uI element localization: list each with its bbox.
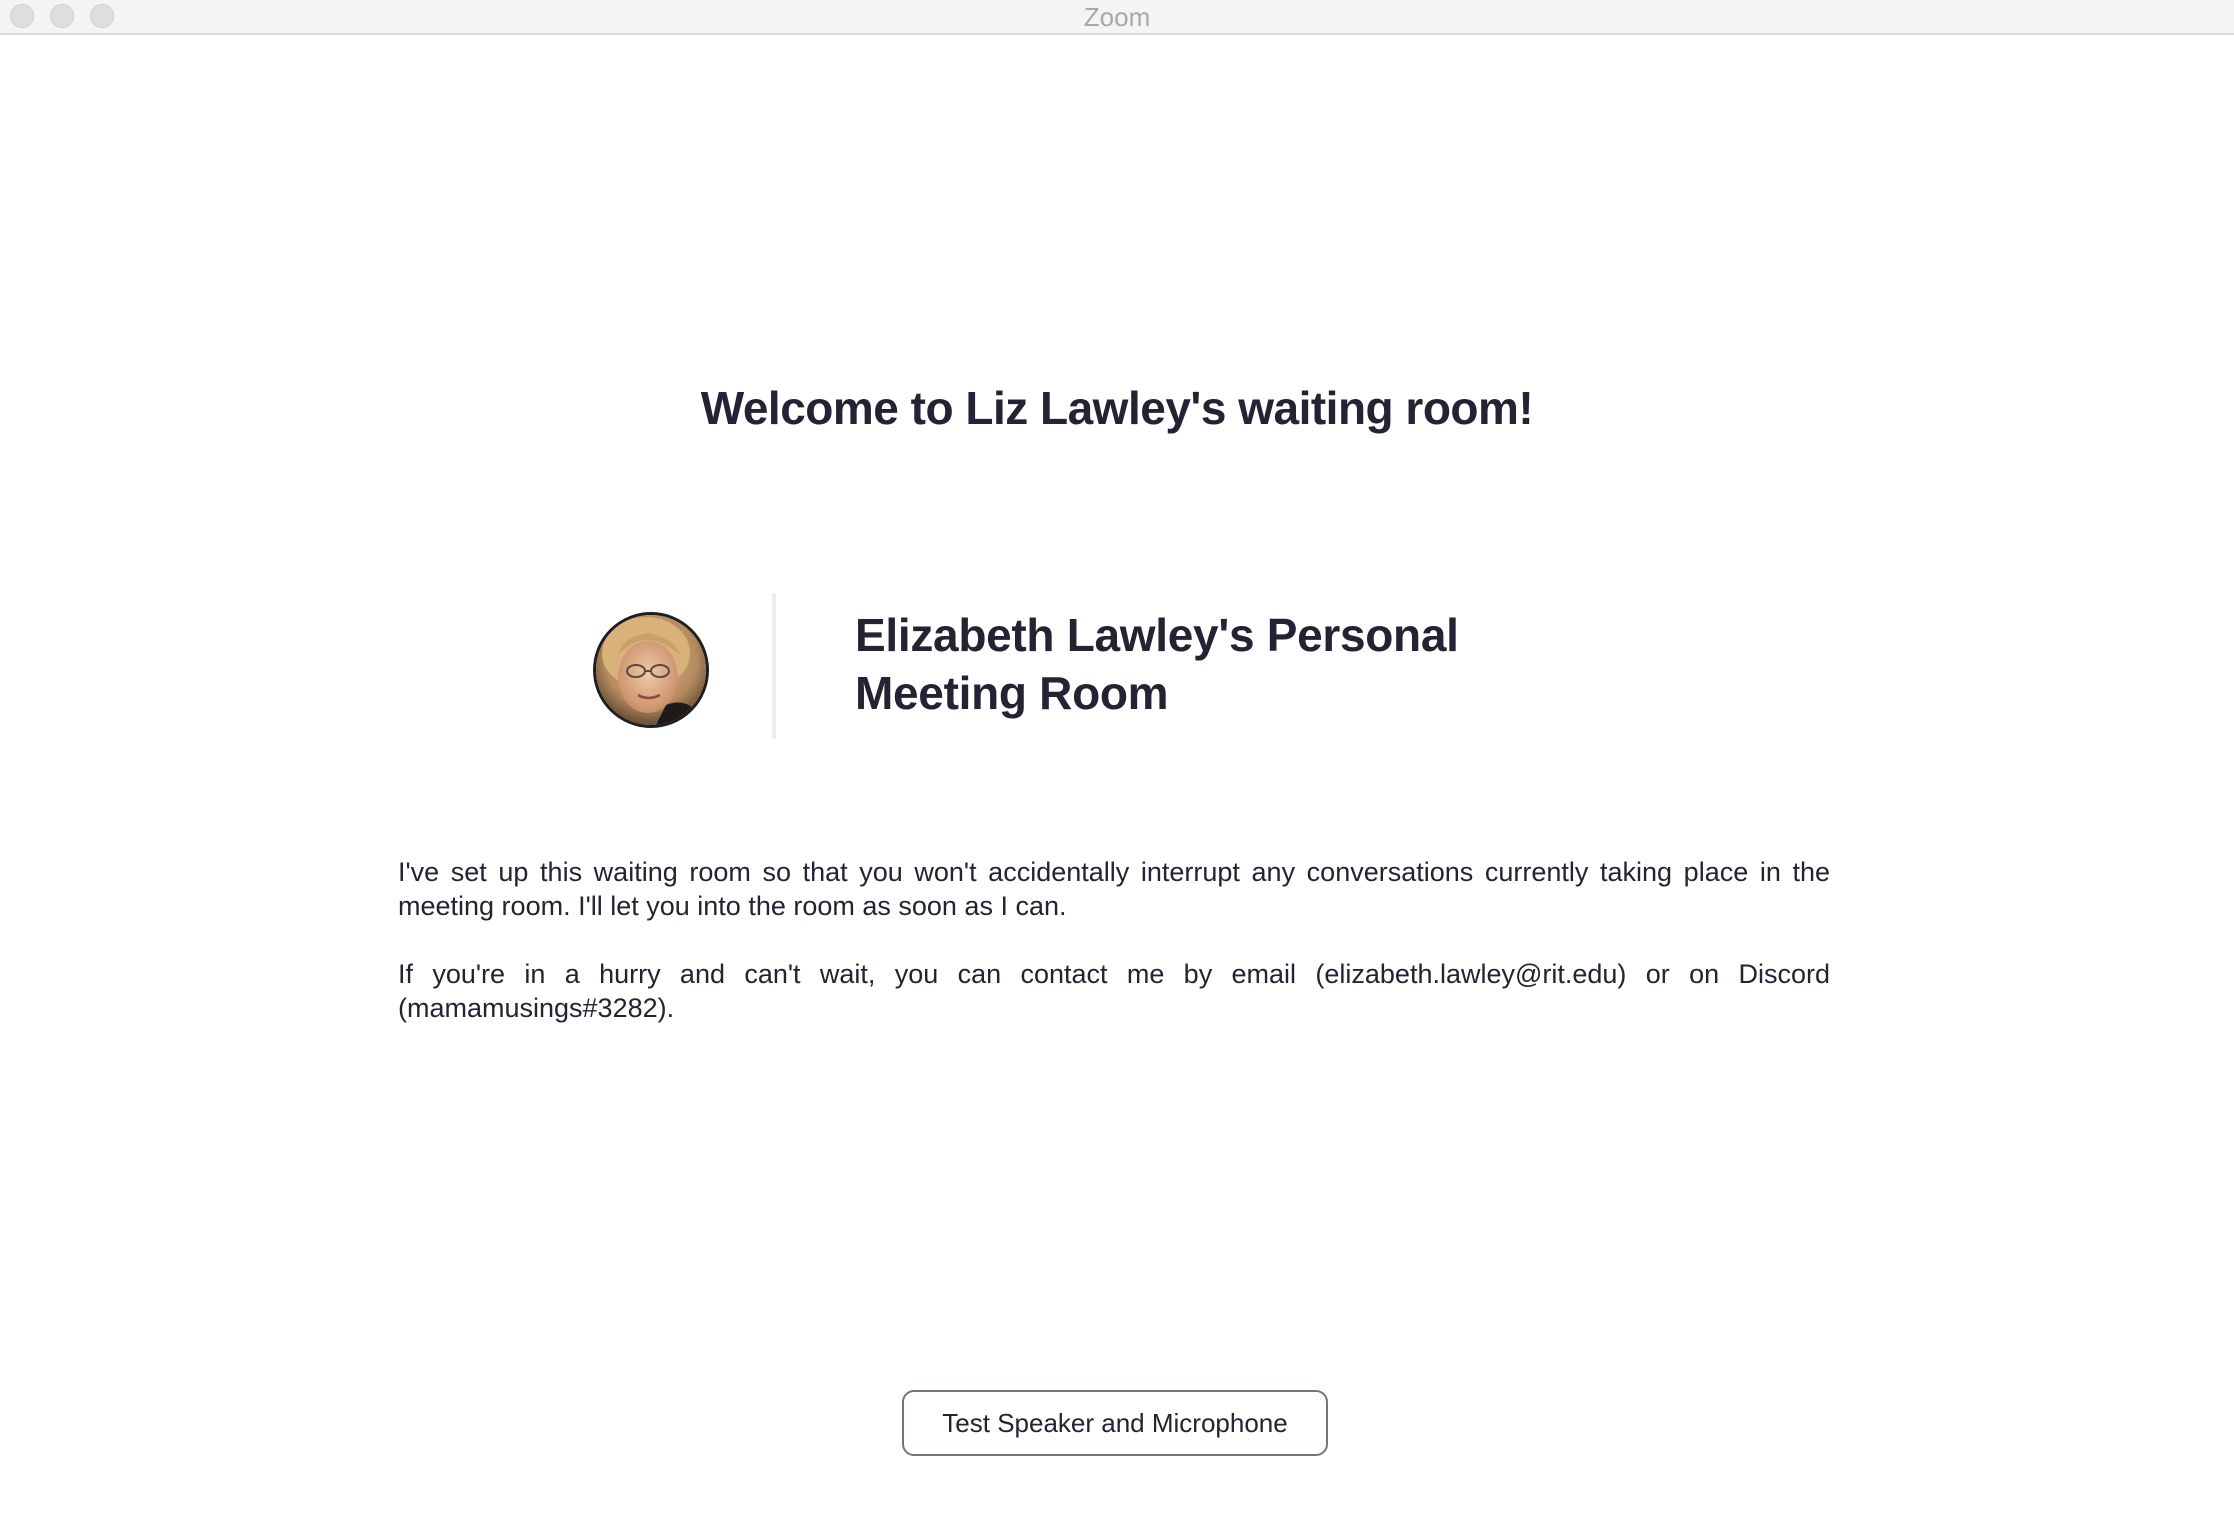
- message-paragraph: If you're in a hurry and can't wait, you…: [398, 959, 1830, 1023]
- window-title: Zoom: [1083, 2, 1151, 32]
- meeting-name-line-1: Elizabeth Lawley's Personal: [855, 609, 1459, 661]
- vertical-divider: [772, 593, 776, 739]
- meeting-room-name: Elizabeth Lawley's Personal Meeting Room: [855, 606, 1555, 722]
- welcome-heading: Welcome to Liz Lawley's waiting room!: [700, 382, 1534, 434]
- profile-photo-icon: [596, 615, 706, 725]
- test-speaker-and-microphone-button[interactable]: Test Speaker and Microphone: [902, 1390, 1328, 1456]
- message-paragraph: I've set up this waiting room so that yo…: [398, 857, 1830, 921]
- host-avatar: [593, 612, 709, 728]
- zoom-window: Zoom Welcome to Liz Lawley's waiting roo…: [0, 0, 2234, 1516]
- meeting-name-line-2: Meeting Room: [855, 667, 1169, 719]
- waiting-room-message: I've set up this waiting room so that yo…: [398, 855, 1830, 1059]
- title-bar[interactable]: Zoom: [0, 0, 2234, 35]
